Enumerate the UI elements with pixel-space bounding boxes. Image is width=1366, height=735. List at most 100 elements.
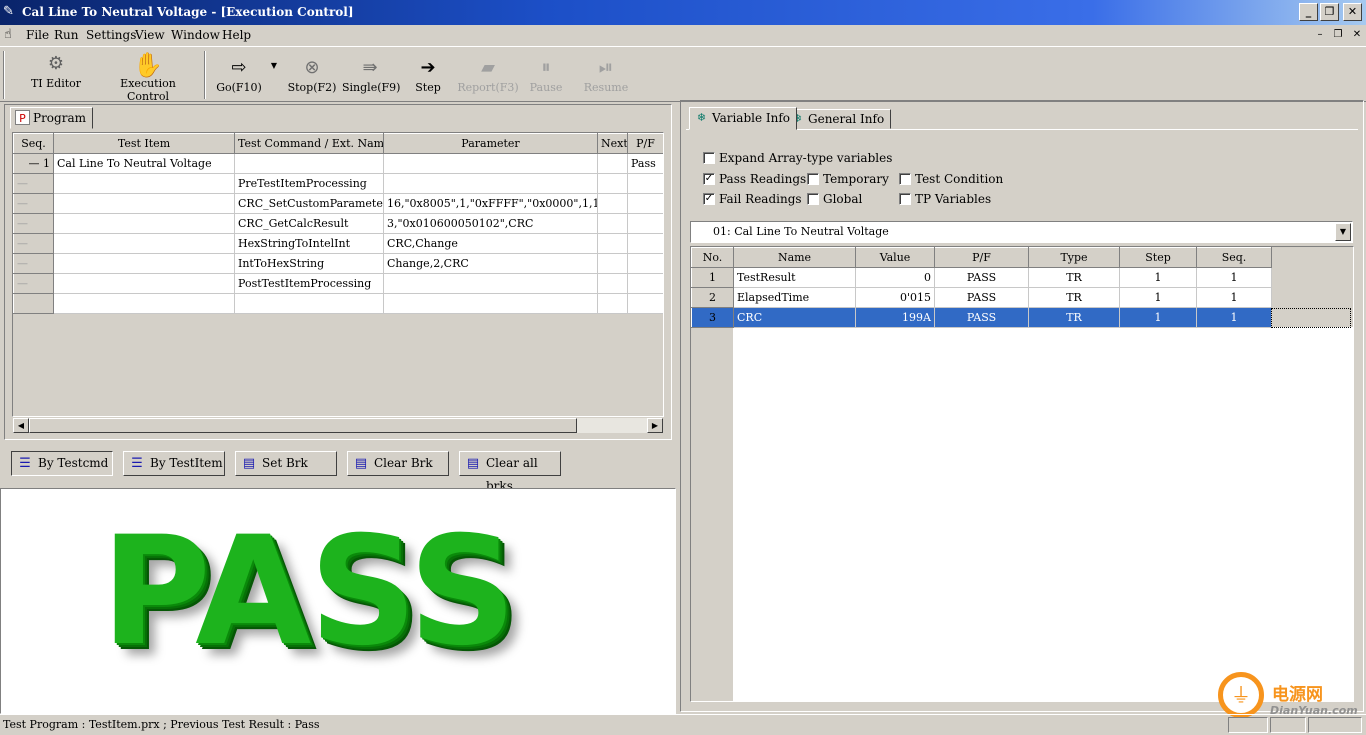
variable-cell: CRC — [733, 307, 856, 328]
global-checkbox[interactable]: Global — [807, 192, 862, 206]
table-row[interactable]: — PreTestItemProcessing — [13, 173, 663, 194]
test-item-select[interactable]: 01: Cal Line To Neutral Voltage ▼ — [690, 221, 1353, 243]
menu-help[interactable]: Help — [222, 28, 251, 42]
program-table: Seq. Test Item Test Command / Ext. Name … — [13, 133, 663, 314]
program-cell — [597, 153, 628, 174]
set-brk-button[interactable]: ▤ Set Brk — [235, 451, 337, 476]
close-button[interactable]: ✕ — [1343, 3, 1362, 21]
stop-button[interactable]: ⊗ Stop(F2) — [286, 55, 338, 94]
program-cell — [597, 253, 628, 274]
pass-readings-checkbox[interactable]: ✓ Pass Readings — [703, 172, 806, 186]
col-seq[interactable]: Seq. — [1196, 247, 1272, 268]
step-button[interactable]: ➔ Step — [410, 55, 446, 94]
single-button[interactable]: ⇛ Single(F9) — [342, 55, 400, 94]
variable-cell: 199A — [855, 307, 935, 328]
execution-control-button[interactable]: ✋ Execution Control — [100, 49, 196, 107]
mdi-minimize-button[interactable]: – — [1313, 28, 1327, 42]
test-condition-checkbox[interactable]: Test Condition — [899, 172, 1003, 186]
ti-editor-button[interactable]: ⚙ TI Editor — [22, 51, 90, 90]
variable-grid[interactable]: No. Name Value P/F Type Step Seq. 1 TestR… — [690, 246, 1354, 702]
result-panel: PASS — [0, 488, 676, 714]
scroll-left-arrow[interactable]: ◀ — [13, 418, 29, 433]
go-dropdown-arrow[interactable]: ▼ — [268, 61, 280, 70]
pause-button[interactable]: ⏸ Pause — [526, 55, 566, 94]
program-cell: IntToHexString — [234, 253, 384, 274]
checkbox-box: ✓ — [703, 173, 715, 185]
table-row[interactable]: 2 ElapsedTime 0'015 PASS TR 1 1 — [691, 287, 1272, 308]
expand-array-checkbox[interactable]: Expand Array-type variables — [703, 151, 892, 165]
program-cell — [383, 293, 598, 314]
program-cell: CRC_SetCustomParameter — [234, 193, 384, 214]
go-button[interactable]: ⇨ Go(F10) — [214, 55, 264, 94]
col-seq[interactable]: Seq. — [13, 133, 54, 154]
col-type[interactable]: Type — [1028, 247, 1120, 268]
clear-brk-button[interactable]: ▤ Clear Brk — [347, 451, 449, 476]
table-row[interactable]: 1 TestResult 0 PASS TR 1 1 — [691, 267, 1272, 288]
table-row[interactable]: — 1 Cal Line To Neutral Voltage Pass — [13, 153, 663, 174]
program-cell: 3,"0x010600050102",CRC — [383, 213, 598, 234]
menu-settings[interactable]: Settings — [86, 28, 136, 42]
col-test-item[interactable]: Test Item — [53, 133, 235, 154]
tab-variable-info[interactable]: ❄ Variable Info — [689, 107, 798, 130]
tab-program[interactable]: P Program — [10, 107, 93, 129]
mdi-restore-button[interactable]: ❐ — [1331, 28, 1345, 42]
fail-readings-checkbox[interactable]: ✓ Fail Readings — [703, 192, 802, 206]
chevron-down-icon[interactable]: ▼ — [1335, 223, 1351, 241]
program-cell: Change,2,CRC — [383, 253, 598, 274]
mdi-close-button[interactable]: ✕ — [1350, 28, 1364, 42]
table-row[interactable] — [13, 293, 663, 314]
table-row[interactable]: — PostTestItemProcessing — [13, 273, 663, 294]
watermark-plug-icon: ⏚ — [1218, 672, 1264, 718]
col-pf[interactable]: P/F — [627, 133, 663, 154]
program-hscrollbar[interactable]: ◀ ▶ — [12, 417, 664, 434]
col-next[interactable]: Next — [597, 133, 628, 154]
ti-editor-icon: ⚙ — [47, 53, 65, 74]
restore-button[interactable]: ❐ — [1320, 3, 1339, 21]
table-row[interactable]: — IntToHexString Change,2,CRC — [13, 253, 663, 274]
col-name[interactable]: Name — [733, 247, 856, 268]
program-cell: CRC_GetCalcResult — [234, 213, 384, 234]
program-grid[interactable]: Seq. Test Item Test Command / Ext. Name … — [12, 132, 664, 417]
menu-window[interactable]: Window — [171, 28, 220, 42]
table-row[interactable]: — CRC_GetCalcResult 3,"0x010600050102",CRC — [13, 213, 663, 234]
program-cell — [627, 213, 663, 234]
scroll-right-arrow[interactable]: ▶ — [647, 418, 663, 433]
program-cell: — 1 — [13, 153, 54, 174]
program-cell — [627, 253, 663, 274]
program-cell — [597, 213, 628, 234]
minimize-button[interactable]: _ — [1299, 3, 1318, 21]
col-step[interactable]: Step — [1119, 247, 1197, 268]
list-icon: ☰ — [19, 456, 31, 471]
variable-cell: 1 — [1119, 267, 1197, 288]
tp-variables-checkbox[interactable]: TP Variables — [899, 192, 991, 206]
menu-run[interactable]: Run — [54, 28, 79, 42]
menu-app-icon: ☝ — [4, 27, 12, 42]
variable-cell: 1 — [1196, 287, 1272, 308]
col-test-command[interactable]: Test Command / Ext. Name — [234, 133, 384, 154]
program-cell — [597, 273, 628, 294]
report-button[interactable]: ▰ Report(F3) — [456, 55, 520, 94]
app-icon: ✎ — [3, 4, 14, 19]
col-value[interactable]: Value — [855, 247, 935, 268]
temporary-checkbox[interactable]: Temporary — [807, 172, 889, 186]
program-cell — [234, 293, 384, 314]
table-row[interactable]: — HexStringToIntelInt CRC,Change — [13, 233, 663, 254]
menu-file[interactable]: File — [26, 28, 49, 42]
variable-cell: 1 — [1119, 307, 1197, 328]
clear-all-brks-button[interactable]: ▤ Clear all brks — [459, 451, 561, 493]
by-testcmd-button[interactable]: ☰ By Testcmd — [11, 451, 113, 476]
col-pf[interactable]: P/F — [934, 247, 1029, 268]
program-cell — [597, 293, 628, 314]
single-arrow-icon: ⇛ — [362, 57, 378, 78]
set-breakpoint-icon: ▤ — [242, 456, 256, 471]
col-parameter[interactable]: Parameter — [383, 133, 598, 154]
table-row[interactable]: 3 CRC 199A PASS TR 1 1 — [691, 307, 1272, 328]
table-row[interactable]: — CRC_SetCustomParameter 16,"0x8005",1,"0x… — [13, 193, 663, 214]
menu-view[interactable]: View — [135, 28, 165, 42]
by-testitem-button[interactable]: ☰ By TestItem — [123, 451, 225, 476]
col-no[interactable]: No. — [691, 247, 734, 268]
selected-row-focus — [1271, 308, 1351, 328]
resume-button[interactable]: ⏯ Resume — [582, 55, 630, 94]
tab-general-info[interactable]: ❄ General Info — [785, 109, 892, 129]
scroll-thumb[interactable] — [29, 418, 577, 433]
